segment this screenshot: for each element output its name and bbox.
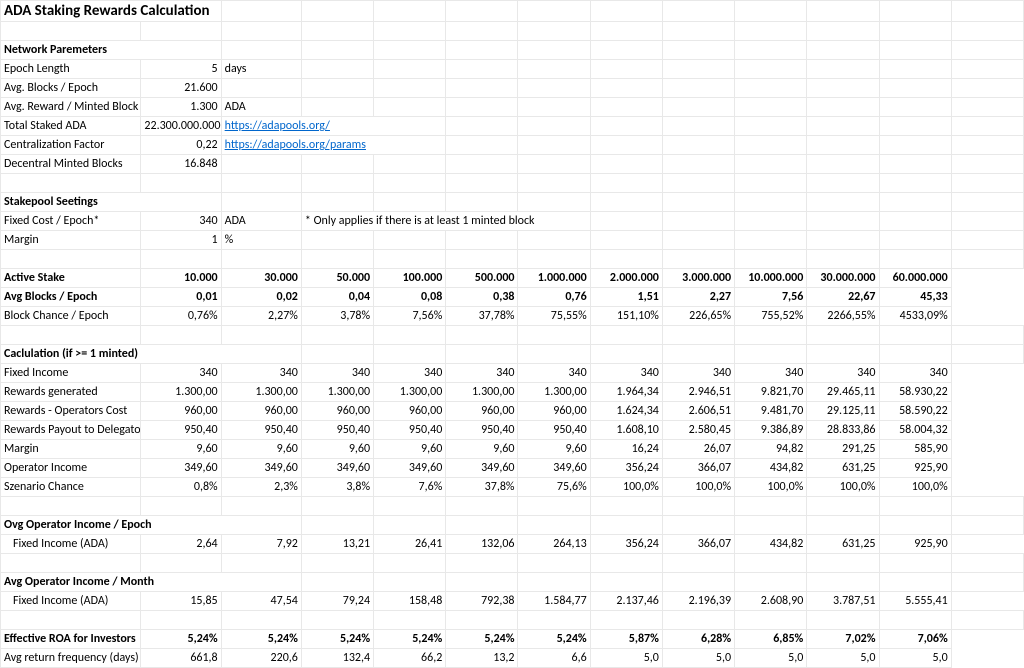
param-label: Fixed Cost / Epoch*	[1, 212, 141, 231]
calc-row: Margin 9,60 9,60 9,60 9,60 9,60 9,60 16,…	[1, 440, 1024, 459]
spreadsheet-table: ADA Staking Rewards Calculation Network …	[0, 0, 1024, 668]
block-chance-row: Block Chance / Epoch 0,76% 2,27% 3,78% 7…	[1, 307, 1024, 326]
param-label: Avg. Blocks / Epoch	[1, 79, 141, 98]
calc-row: Rewards - Operators Cost 960,00 960,00 9…	[1, 402, 1024, 421]
row-label: Fixed Income (ADA)	[1, 535, 141, 554]
row-label: Szenario Chance	[1, 478, 141, 497]
param-label: Decentral Minted Blocks	[1, 155, 141, 174]
param-row: Centralization Factor 0,22 https://adapo…	[1, 136, 1024, 155]
param-unit: days	[221, 60, 301, 79]
row-label: Margin	[1, 440, 141, 459]
calc-row: Rewards Payout to Delegators 950,40 950,…	[1, 421, 1024, 440]
param-unit: ADA	[221, 98, 301, 117]
row-label: Rewards - Operators Cost	[1, 402, 141, 421]
param-row: Decentral Minted Blocks 16.848	[1, 155, 1024, 174]
param-row: Total Staked ADA 22.300.000.000 https://…	[1, 117, 1024, 136]
param-value[interactable]: 340	[141, 212, 221, 231]
calc-row: Szenario Chance 0,8% 2,3% 3,8% 7,6% 37,8…	[1, 478, 1024, 497]
row-label: Rewards generated	[1, 383, 141, 402]
row-label: Rewards Payout to Delegators	[1, 421, 141, 440]
row-label: Fixed Income (ADA)	[1, 592, 141, 611]
param-value[interactable]: 5	[141, 60, 221, 79]
param-row: Margin 1 %	[1, 231, 1024, 250]
param-row: Avg. Blocks / Epoch 21.600	[1, 79, 1024, 98]
param-value[interactable]: 16.848	[141, 155, 221, 174]
link-adapools[interactable]: https://adapools.org/	[225, 119, 330, 133]
link-adapools-params[interactable]: https://adapools.org/params	[225, 138, 366, 152]
title-row: ADA Staking Rewards Calculation	[1, 1, 1024, 22]
roa-row: Effective ROA for Investors 5,24% 5,24% …	[1, 630, 1024, 649]
param-value[interactable]: 22.300.000.000	[141, 117, 221, 136]
row-label: Effective ROA for Investors	[1, 630, 141, 649]
section-header: Avg Operator Income / Month	[1, 573, 302, 592]
param-note: * Only applies if there is at least 1 mi…	[301, 212, 590, 231]
param-label: Margin	[1, 231, 141, 250]
param-row: Fixed Cost / Epoch* 340 ADA * Only appli…	[1, 212, 1024, 231]
row-label: Block Chance / Epoch	[1, 307, 141, 326]
param-value[interactable]: 1	[141, 231, 221, 250]
freq-row: Avg return frequency (days) 661,8 220,6 …	[1, 649, 1024, 668]
param-value[interactable]: 21.600	[141, 79, 221, 98]
row-label: Avg return frequency (days)	[1, 649, 141, 668]
calc-row: Operator Income 349,60 349,60 349,60 349…	[1, 459, 1024, 478]
calc-row: Rewards generated 1.300,00 1.300,00 1.30…	[1, 383, 1024, 402]
avg-month-row: Fixed Income (ADA) 15,85 47,54 79,24 158…	[1, 592, 1024, 611]
param-value[interactable]: 0,22	[141, 136, 221, 155]
param-label: Avg. Reward / Minted Block	[1, 98, 141, 117]
section-header: Network Paremeters	[1, 41, 222, 60]
param-value[interactable]: 1.300	[141, 98, 221, 117]
param-row: Epoch Length 5 days	[1, 60, 1024, 79]
page-title: ADA Staking Rewards Calculation	[1, 1, 222, 22]
row-label: Avg Blocks / Epoch	[1, 288, 141, 307]
param-label: Centralization Factor	[1, 136, 141, 155]
param-unit: ADA	[221, 212, 301, 231]
param-unit: %	[221, 231, 301, 250]
calc-row: Fixed Income 340 340 340 340 340 340 340…	[1, 364, 1024, 383]
row-label: Operator Income	[1, 459, 141, 478]
section-header: Ovg Operator Income / Epoch	[1, 516, 302, 535]
param-label: Epoch Length	[1, 60, 141, 79]
avg-blocks-row: Avg Blocks / Epoch 0,01 0,02 0,04 0,08 0…	[1, 288, 1024, 307]
param-label: Total Staked ADA	[1, 117, 141, 136]
row-label: Active Stake	[1, 269, 141, 288]
section-header: Caclulation (if >= 1 minted)	[1, 345, 302, 364]
section-header: Stakepool Seetings	[1, 193, 222, 212]
ovg-row: Fixed Income (ADA) 2,64 7,92 13,21 26,41…	[1, 535, 1024, 554]
row-label: Fixed Income	[1, 364, 141, 383]
active-stake-header: Active Stake 10.000 30.000 50.000 100.00…	[1, 269, 1024, 288]
param-row: Avg. Reward / Minted Block 1.300 ADA	[1, 98, 1024, 117]
